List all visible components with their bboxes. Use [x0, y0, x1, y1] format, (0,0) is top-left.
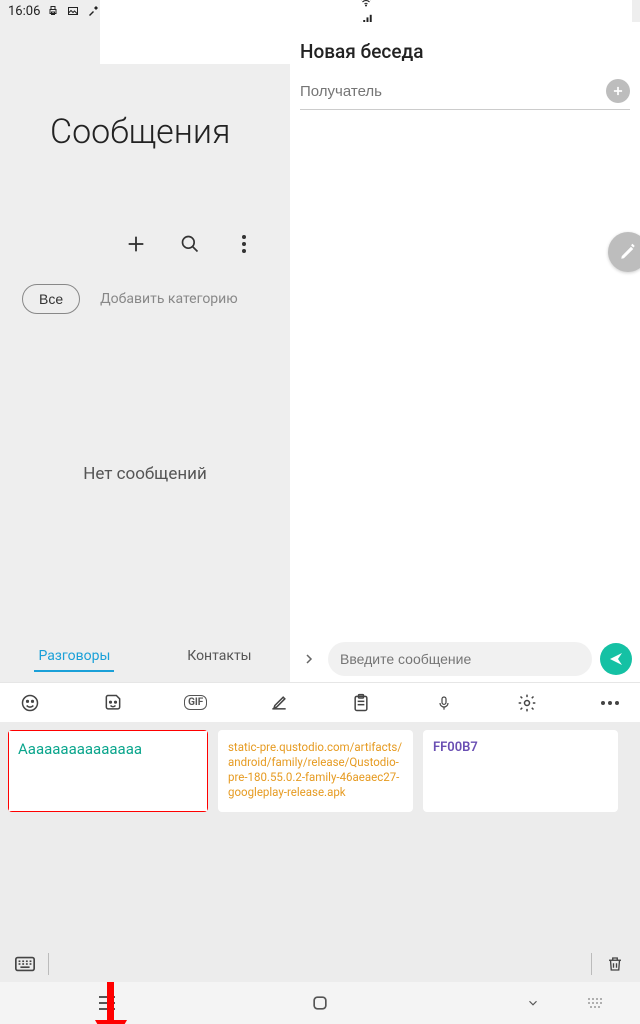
tools-icon [86, 4, 100, 18]
clipboard-item[interactable]: static-pre.qustodio.com/artifacts/androi… [218, 730, 413, 812]
clipboard-item[interactable]: FF00B7 [423, 730, 618, 812]
clipboard-button[interactable] [339, 689, 383, 717]
search-button[interactable] [178, 232, 202, 256]
wifi-icon [359, 0, 373, 9]
category-all-chip[interactable]: Все [22, 284, 80, 314]
nav-back-button[interactable] [503, 991, 563, 1015]
gif-button[interactable]: GIF [174, 689, 218, 717]
compose-button[interactable] [124, 232, 148, 256]
clipboard-item-text: FF00B7 [433, 740, 478, 755]
nav-home-button[interactable] [290, 991, 350, 1015]
picture-icon [66, 4, 80, 18]
message-input[interactable] [340, 651, 580, 667]
system-nav-bar [0, 982, 640, 1024]
edit-fab[interactable] [608, 232, 640, 272]
add-recipient-button[interactable] [606, 79, 630, 103]
status-left: 16:06 [8, 4, 100, 19]
expand-compose-button[interactable] [298, 648, 320, 670]
recipient-input[interactable] [300, 83, 606, 100]
divider [48, 953, 49, 975]
clipboard-item[interactable]: Ааааааааааааааа [8, 730, 208, 812]
voice-button[interactable] [422, 689, 466, 717]
clock: 16:06 [8, 4, 40, 19]
divider [591, 953, 592, 975]
clipboard-item-text: static-pre.qustodio.com/artifacts/androi… [228, 740, 402, 799]
more-button[interactable] [232, 232, 256, 256]
clipboard-item-text: Ааааааааааааааа [18, 740, 142, 758]
clipboard-panel: Ааааааааааааааа static-pre.qustodio.com/… [0, 722, 640, 982]
more-toolbar-button[interactable] [588, 689, 632, 717]
send-button[interactable] [600, 643, 632, 675]
status-bar: 16:06 100% [0, 0, 640, 22]
empty-state-text: Нет сообщений [0, 314, 290, 484]
settings-button[interactable] [505, 689, 549, 717]
message-input-wrap[interactable] [328, 642, 592, 676]
nav-keyboard-button[interactable] [566, 991, 626, 1015]
new-conversation-title: Новая беседа [290, 22, 640, 73]
keyboard-toggle-button[interactable] [10, 952, 40, 976]
keyboard-toolbar: GIF [0, 682, 640, 722]
add-category-button[interactable]: Добавить категорию [100, 291, 238, 307]
handwriting-button[interactable] [257, 689, 301, 717]
tab-contacts[interactable]: Контакты [183, 642, 255, 672]
conversations-pane: Сообщения Все Добавить категорию Нет соо… [0, 22, 290, 682]
emoji-button[interactable] [8, 689, 52, 717]
delete-clipboard-button[interactable] [600, 952, 630, 976]
printer-icon [46, 4, 60, 18]
tab-conversations[interactable]: Разговоры [34, 642, 114, 672]
nav-recents-button[interactable] [77, 991, 137, 1015]
new-conversation-pane: Новая беседа [290, 22, 640, 682]
sticker-button[interactable] [91, 689, 135, 717]
